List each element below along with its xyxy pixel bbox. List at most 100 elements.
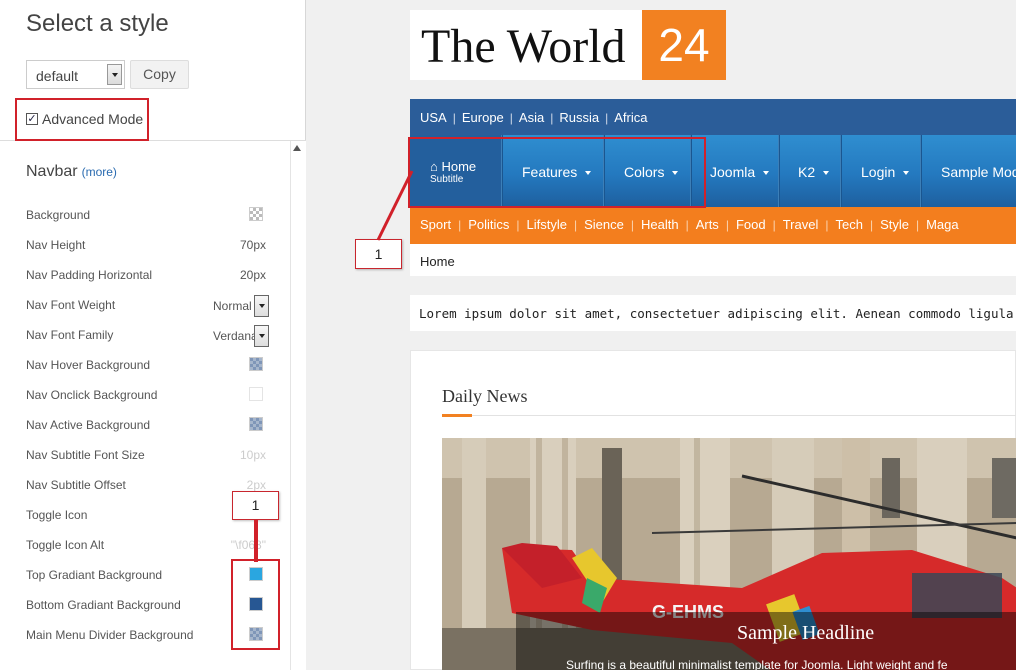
property-row: Nav Hover Background [26, 355, 271, 375]
separator: | [516, 218, 520, 232]
separator: | [685, 218, 689, 232]
style-select[interactable]: default [26, 60, 125, 89]
hero-caption: Sample Headline Surfing is a beautiful m… [516, 612, 1016, 670]
top-link[interactable]: Europe [462, 110, 504, 125]
separator: | [772, 218, 776, 232]
property-select[interactable]: Normal [213, 295, 269, 317]
chevron-down-icon[interactable] [254, 325, 269, 347]
chevron-down-icon [823, 171, 830, 176]
nav-item-k2[interactable]: K2 [779, 135, 841, 207]
property-label: Nav Subtitle Offset [26, 478, 126, 492]
top-link[interactable]: Africa [614, 110, 647, 125]
property-label: Nav Padding Horizontal [26, 268, 153, 282]
breadcrumb: Home [410, 244, 1016, 276]
category-link[interactable]: Style [880, 217, 909, 232]
category-bar: Sport | Politics | Lifstyle | Sience | Health | Ar… [410, 207, 1016, 244]
nav-item-sample-mod[interactable]: Sample Mod [921, 135, 1016, 207]
section-title: Daily News [442, 386, 528, 406]
nav-login-label: Login [861, 164, 896, 180]
category-link[interactable]: Tech [835, 217, 862, 232]
category-links: Sport | Politics | Lifstyle | Sience | Health | Ar… [420, 216, 959, 234]
property-label: Bottom Gradiant Background [26, 598, 181, 612]
property-label: Toggle Icon Alt [26, 538, 105, 552]
breadcrumb-home[interactable]: Home [420, 254, 455, 269]
category-link[interactable]: Arts [696, 217, 719, 232]
hero-headline[interactable]: Sample Headline [737, 622, 874, 645]
chevron-down-icon [763, 171, 770, 176]
nav-sample-mod-label: Sample Mod [941, 164, 1016, 180]
chevron-down-icon [903, 171, 910, 176]
scrollbar[interactable] [290, 141, 306, 670]
advanced-mode-highlight [15, 98, 149, 141]
nav-k2-label: K2 [798, 164, 816, 180]
property-row: Nav Padding Horizontal 20px [26, 265, 271, 285]
category-link[interactable]: Sience [584, 217, 624, 232]
property-label: Main Menu Divider Background [26, 628, 194, 642]
separator: | [605, 111, 609, 125]
callout-colors: 1 [232, 491, 279, 520]
separator: | [725, 218, 729, 232]
top-link[interactable]: Asia [519, 110, 544, 125]
scroll-up-icon[interactable] [293, 145, 301, 151]
news-card: Daily News G-EHMS Sample Headline Surfin… [410, 350, 1016, 670]
hero-subtitle: Surfing is a beautiful minimalist templa… [566, 658, 948, 670]
top-link[interactable]: Russia [559, 110, 599, 125]
property-row: Background [26, 205, 271, 225]
nav-item-login[interactable]: Login [841, 135, 921, 207]
callout-nav: 1 [355, 239, 402, 269]
color-swatch[interactable] [249, 387, 263, 401]
separator: | [630, 218, 634, 232]
callout-pointer [254, 520, 258, 562]
property-value[interactable]: 10px [240, 448, 266, 462]
property-label: Nav Hover Background [26, 358, 151, 372]
property-label: Nav Font Weight [26, 298, 116, 312]
property-row: Nav Subtitle Font Size 10px [26, 445, 271, 465]
property-value[interactable]: 70px [240, 238, 266, 252]
copy-button[interactable]: Copy [130, 60, 189, 89]
property-label: Nav Font Family [26, 328, 114, 342]
category-link[interactable]: Health [641, 217, 679, 232]
property-label: Background [26, 208, 91, 222]
category-link[interactable]: Sport [420, 217, 451, 232]
color-swatches-highlight [231, 559, 280, 650]
property-value[interactable]: 2px [247, 478, 266, 492]
property-row: Nav Font Weight Normal [26, 295, 271, 317]
color-swatch[interactable] [249, 417, 263, 431]
property-label: Toggle Icon [26, 508, 88, 522]
property-value[interactable]: 20px [240, 268, 266, 282]
property-label: Nav Subtitle Font Size [26, 448, 145, 462]
logo-text: The World [421, 20, 626, 73]
category-link[interactable]: Food [736, 217, 766, 232]
color-swatch[interactable] [249, 357, 263, 371]
chevron-down-icon[interactable] [107, 64, 122, 85]
property-select[interactable]: Verdana [213, 325, 269, 347]
property-value[interactable]: "\f068" [231, 538, 266, 552]
category-link[interactable]: Maga [926, 217, 959, 232]
callout-pointer [376, 170, 414, 241]
separator: | [573, 218, 578, 232]
top-links: USA | Europe | Asia | Russia | Africa [420, 109, 647, 127]
accent-bar [442, 414, 472, 417]
separator: | [458, 218, 462, 232]
more-link[interactable]: (more) [82, 165, 117, 179]
property-label: Nav Onclick Background [26, 388, 158, 402]
category-link[interactable]: Travel [783, 217, 819, 232]
hero-image[interactable]: G-EHMS Sample Headline Surfing is a beau… [442, 438, 1016, 670]
divider [442, 415, 1016, 416]
color-swatch[interactable] [249, 207, 263, 221]
chevron-down-icon[interactable] [254, 295, 269, 317]
property-label: Nav Height [26, 238, 86, 252]
separator: | [869, 218, 874, 232]
separator: | [550, 111, 554, 125]
top-bar: USA | Europe | Asia | Russia | Africa [410, 99, 1016, 135]
category-link[interactable]: Lifstyle [527, 217, 567, 232]
property-select-value: Verdana [213, 329, 258, 343]
site-logo[interactable]: The World 24 [410, 10, 726, 80]
section-title: Navbar [26, 163, 78, 180]
category-link[interactable]: Politics [468, 217, 509, 232]
top-link[interactable]: USA [420, 110, 447, 125]
separator: | [452, 111, 456, 125]
property-row: Nav Onclick Background [26, 385, 271, 405]
nav-joomla-label: Joomla [710, 164, 756, 180]
logo-number: 24 [642, 10, 726, 80]
